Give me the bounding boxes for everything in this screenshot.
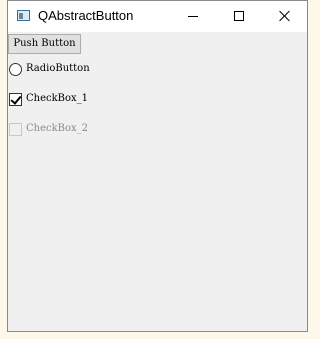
radio-button-label: RadioButton — [26, 63, 90, 74]
minimize-icon — [188, 16, 198, 17]
checkbox-1-indicator[interactable] — [9, 93, 22, 106]
push-button[interactable]: Push Button — [8, 34, 81, 54]
close-icon — [279, 10, 291, 22]
checkmark-icon — [10, 93, 22, 105]
maximize-button[interactable] — [216, 1, 262, 32]
checkbox-2-indicator — [9, 123, 22, 136]
maximize-icon — [234, 11, 244, 21]
radio-indicator[interactable] — [9, 63, 22, 76]
title-bar[interactable]: QAbstractButton — [8, 1, 307, 32]
app-window-icon — [17, 10, 30, 21]
window-title: QAbstractButton — [38, 8, 134, 23]
main-window: QAbstractButton Push Button RadioButton … — [7, 0, 308, 332]
window-content: Push Button RadioButton CheckBox_1 Check… — [8, 32, 307, 331]
close-button[interactable] — [262, 1, 307, 32]
checkbox-2-label: CheckBox_2 — [26, 123, 89, 134]
minimize-button[interactable] — [170, 1, 216, 32]
checkbox-1-label: CheckBox_1 — [26, 93, 89, 104]
